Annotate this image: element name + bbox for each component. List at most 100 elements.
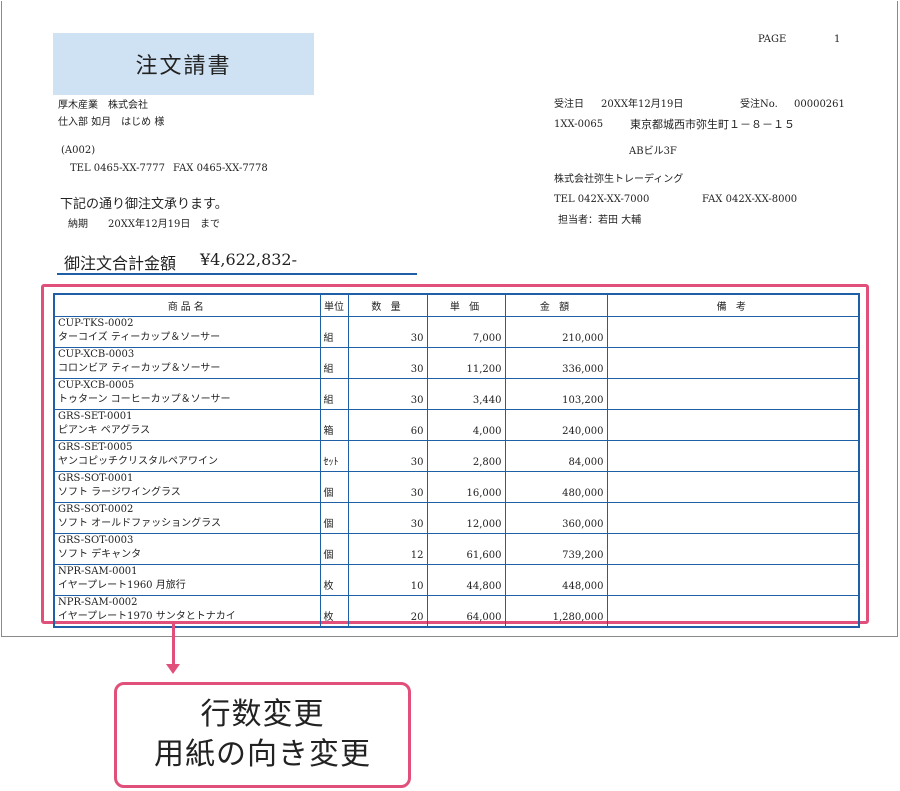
cell-quantity: 60 <box>347 408 428 441</box>
cell-unit: 箱 <box>319 408 349 441</box>
product-code: GRS-SET-0005 <box>58 441 133 453</box>
col-header-unit: 単位 <box>319 293 349 317</box>
cell-product: GRS-SET-0005 ヤンコピッチクリスタルペアワイン <box>53 439 321 472</box>
supplier-company: 株式会社弥生トレーディング <box>554 174 684 185</box>
cell-product: NPR-SAM-0002 イヤープレート1970 サンタとトナカイ <box>53 594 321 627</box>
cell-remarks <box>606 346 860 379</box>
order-date: 20XX年12月19日 <box>601 99 684 110</box>
cell-remarks <box>606 470 860 503</box>
cell-remarks <box>606 532 860 565</box>
cell-remarks <box>606 563 860 596</box>
col-header-remarks: 備 考 <box>606 293 860 317</box>
delivery-suffix: まで <box>200 219 220 230</box>
product-name: ターコイズ ティーカップ＆ソーサー <box>58 331 221 343</box>
cell-amount: 480,000 <box>504 470 608 503</box>
table-row: GRS-SET-0005 ヤンコピッチクリスタルペアワイン ｾｯﾄ 30 2,800 84… <box>53 439 860 472</box>
supplier-building: ABビル3F <box>629 146 677 157</box>
cell-remarks <box>606 408 860 441</box>
supplier-staff: 担当者：若田 大輔 <box>558 215 642 226</box>
table-row: GRS-SOT-0002 ソフト オールドファッショングラス 個 30 12,000 36… <box>53 501 860 534</box>
product-code: CUP-XCB-0003 <box>58 348 135 360</box>
cell-unit: 組 <box>319 377 349 410</box>
cell-unit-price: 61,600 <box>426 532 506 565</box>
cell-amount: 103,200 <box>504 377 608 410</box>
cell-unit-price: 16,000 <box>426 470 506 503</box>
cell-product: GRS-SOT-0002 ソフト オールドファッショングラス <box>53 501 321 534</box>
cell-quantity: 30 <box>347 470 428 503</box>
cell-quantity: 30 <box>347 315 428 348</box>
supplier-address: 東京都城西市弥生町１－８－１５ <box>630 118 795 131</box>
customer-company: 厚木産業 株式会社 <box>58 100 148 111</box>
cell-unit: 個 <box>319 501 349 534</box>
cell-quantity: 20 <box>347 594 428 627</box>
supplier-fax: FAX 042X-XX-8000 <box>702 194 798 205</box>
customer-person: 仕入部 如月 はじめ 様 <box>58 117 165 128</box>
cell-unit: ｾｯﾄ <box>319 439 349 472</box>
col-header-amount: 金 額 <box>504 293 608 317</box>
product-code: GRS-SOT-0003 <box>58 534 134 546</box>
col-header-quantity: 数 量 <box>347 293 428 317</box>
order-total-amount: ¥4,622,832- <box>200 250 298 269</box>
cell-product: GRS-SET-0001 ピアンキ ペアグラス <box>53 408 321 441</box>
table-row: GRS-SOT-0003 ソフト デキャンタ 個 12 61,600 739,200 <box>53 532 860 565</box>
cell-unit: 個 <box>319 470 349 503</box>
table-row: NPR-SAM-0002 イヤープレート1970 サンタとトナカイ 枚 20 64,00… <box>53 594 860 627</box>
product-code: CUP-XCB-0005 <box>58 379 135 391</box>
cell-unit-price: 3,440 <box>426 377 506 410</box>
delivery-date: 20XX年12月19日 <box>108 219 191 230</box>
cell-amount: 739,200 <box>504 532 608 565</box>
cell-quantity: 30 <box>347 501 428 534</box>
customer-code: (A002) <box>61 145 96 156</box>
cell-product: CUP-TKS-0002 ターコイズ ティーカップ＆ソーサー <box>53 315 321 348</box>
order-date-label: 受注日 <box>554 99 584 110</box>
cell-amount: 240,000 <box>504 408 608 441</box>
customer-fax: FAX 0465-XX-7778 <box>173 163 268 174</box>
cell-product: CUP-XCB-0003 コロンビア ティーカップ＆ソーサー <box>53 346 321 379</box>
order-total-row: 御注文合計金額 ¥4,622,832- <box>57 247 417 275</box>
product-name: ソフト オールドファッショングラス <box>58 517 221 529</box>
cell-quantity: 30 <box>347 346 428 379</box>
cell-unit-price: 64,000 <box>426 594 506 627</box>
table-header-row: 商品名 単位 数 量 単 価 金 額 備 考 <box>53 293 860 317</box>
col-header-product: 商品名 <box>53 293 321 317</box>
table-row: CUP-XCB-0005 トゥターン コーヒーカップ＆ソーサー 組 30 3,440 10… <box>53 377 860 410</box>
product-code: NPR-SAM-0002 <box>58 596 138 608</box>
order-items-table: 商品名 単位 数 量 単 価 金 額 備 考 CUP-TKS-0002 ターコイズ… <box>53 293 860 628</box>
cell-quantity: 30 <box>347 439 428 472</box>
cell-product: GRS-SOT-0003 ソフト デキャンタ <box>53 532 321 565</box>
order-total-label: 御注文合計金額 <box>64 254 177 273</box>
cell-product: CUP-XCB-0005 トゥターン コーヒーカップ＆ソーサー <box>53 377 321 410</box>
callout-line-2: 用紙の向き変更 <box>154 737 371 772</box>
supplier-postal: 1XX-0065 <box>554 119 604 130</box>
cell-quantity: 10 <box>347 563 428 596</box>
document-title-box: 注文請書 <box>53 33 314 95</box>
cell-unit-price: 2,800 <box>426 439 506 472</box>
cell-amount: 84,000 <box>504 439 608 472</box>
cell-remarks <box>606 315 860 348</box>
delivery-label: 納期 <box>68 219 88 230</box>
cell-amount: 448,000 <box>504 563 608 596</box>
product-code: CUP-TKS-0002 <box>58 317 134 329</box>
product-name: イヤープレート1960 月旅行 <box>58 579 186 591</box>
order-no: 00000261 <box>794 99 845 110</box>
table-row: CUP-TKS-0002 ターコイズ ティーカップ＆ソーサー 組 30 7,000 210… <box>53 315 860 348</box>
cell-unit: 枚 <box>319 563 349 596</box>
arrow-line <box>172 624 175 666</box>
product-name: ソフト デキャンタ <box>58 548 142 560</box>
cell-product: NPR-SAM-0001 イヤープレート1960 月旅行 <box>53 563 321 596</box>
customer-tel: TEL 0465-XX-7777 <box>70 163 165 174</box>
arrow-down-icon <box>166 664 180 674</box>
table-row: CUP-XCB-0003 コロンビア ティーカップ＆ソーサー 組 30 11,200 33… <box>53 346 860 379</box>
cell-unit: 組 <box>319 346 349 379</box>
page-label: PAGE <box>758 34 787 45</box>
table-row: GRS-SET-0001 ピアンキ ペアグラス 箱 60 4,000 240,000 <box>53 408 860 441</box>
cell-product: GRS-SOT-0001 ソフト ラージワイングラス <box>53 470 321 503</box>
cell-remarks <box>606 594 860 627</box>
callout-line-1: 行数変更 <box>200 697 325 732</box>
cell-amount: 1,280,000 <box>504 594 608 627</box>
cell-amount: 336,000 <box>504 346 608 379</box>
cell-unit: 組 <box>319 315 349 348</box>
cell-unit: 個 <box>319 532 349 565</box>
table-row: GRS-SOT-0001 ソフト ラージワイングラス 個 30 16,000 480,00… <box>53 470 860 503</box>
callout-box: 行数変更 用紙の向き変更 <box>114 682 411 788</box>
